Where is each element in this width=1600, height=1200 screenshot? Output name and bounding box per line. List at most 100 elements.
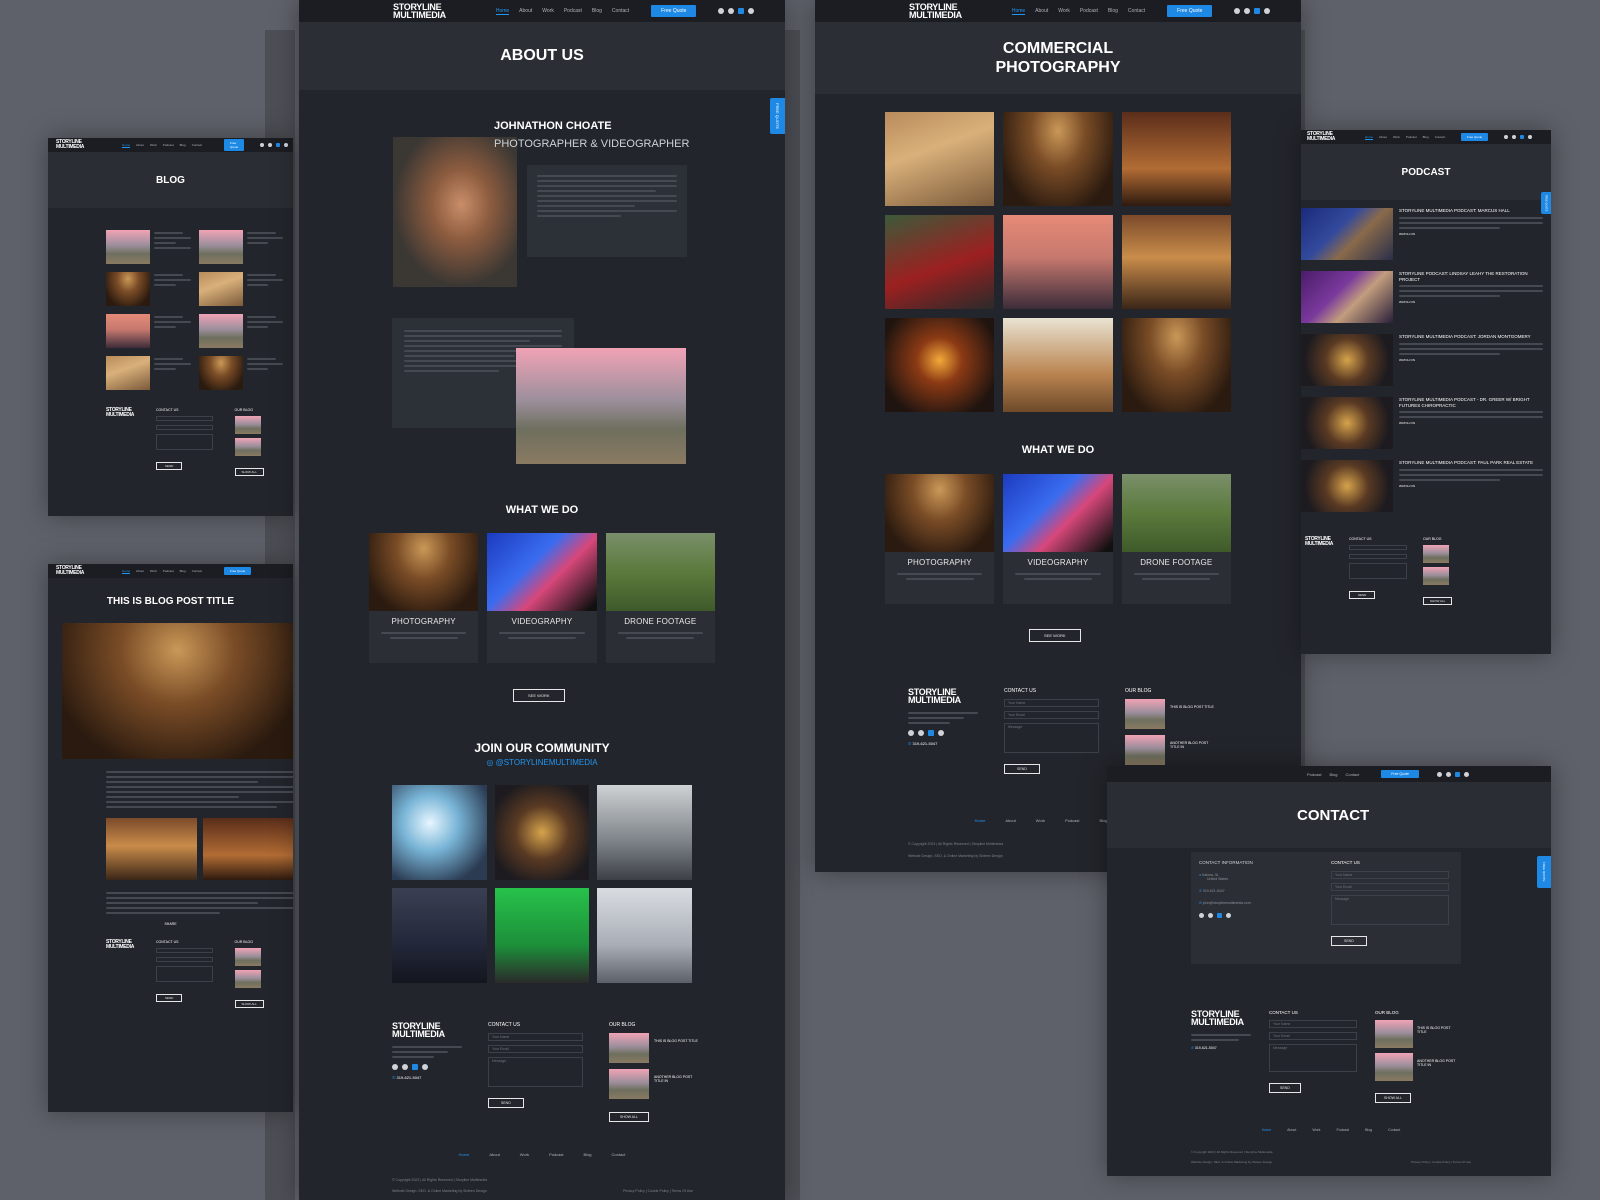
footer-link-home[interactable]: Home bbox=[1262, 1128, 1271, 1132]
blog-card[interactable] bbox=[106, 356, 191, 390]
facebook-icon[interactable] bbox=[392, 1064, 398, 1070]
blog-thumb[interactable] bbox=[198, 272, 243, 306]
nav-contact[interactable]: Contact bbox=[1128, 8, 1145, 15]
free-quote-button[interactable]: Free Quote bbox=[651, 5, 697, 17]
gallery-photo[interactable] bbox=[1003, 215, 1113, 309]
gallery-photo[interactable] bbox=[885, 112, 995, 206]
free-quote-button[interactable]: Free Quote bbox=[224, 139, 245, 151]
nav-about[interactable]: About bbox=[136, 569, 144, 574]
message-input[interactable]: Message bbox=[488, 1057, 583, 1087]
send-button[interactable]: SEND bbox=[1269, 1083, 1301, 1093]
youtube-icon[interactable] bbox=[928, 730, 934, 736]
see-work-button[interactable]: SEE WORK bbox=[1029, 629, 1081, 642]
footer-blog-thumb[interactable] bbox=[234, 416, 261, 434]
nav-contact[interactable]: Contact bbox=[1345, 772, 1359, 777]
blog-card[interactable] bbox=[198, 230, 283, 264]
instagram-handle-link[interactable]: ◎ @STORYLINEMULTIMEDIA bbox=[299, 758, 785, 767]
blog-thumb[interactable] bbox=[198, 230, 243, 264]
instagram-photo[interactable] bbox=[494, 888, 590, 983]
free-quote-button[interactable]: Free Quote bbox=[1381, 770, 1419, 778]
nav-home[interactable]: Home bbox=[495, 8, 510, 15]
youtube-icon[interactable] bbox=[1217, 913, 1222, 918]
nav-podcast[interactable]: Podcast bbox=[163, 143, 174, 148]
nav-contact[interactable]: Contact bbox=[192, 569, 202, 574]
contact-phone[interactable]: 319-621-5047 bbox=[1203, 889, 1225, 893]
show-all-button[interactable]: SHOW ALL bbox=[234, 1000, 264, 1008]
service-card-photography[interactable]: PHOTOGRAPHY bbox=[369, 533, 479, 663]
blog-thumb[interactable] bbox=[106, 314, 150, 348]
email-input[interactable] bbox=[1349, 554, 1408, 559]
name-input[interactable]: Your Name bbox=[1269, 1020, 1357, 1028]
footer-link-work[interactable]: Work bbox=[1036, 818, 1045, 823]
twitter-icon[interactable] bbox=[728, 8, 735, 14]
nav-work[interactable]: Work bbox=[1058, 8, 1070, 15]
instagram-icon[interactable] bbox=[748, 8, 755, 14]
footer-blog-thumb[interactable] bbox=[1423, 567, 1450, 585]
nav-podcast[interactable]: Podcast bbox=[1406, 135, 1417, 140]
twitter-icon[interactable] bbox=[1208, 913, 1213, 918]
name-input[interactable]: Your Name bbox=[488, 1033, 583, 1041]
footer-logo[interactable]: STORYLINE MULTIMEDIA bbox=[392, 1022, 462, 1039]
twitter-icon[interactable] bbox=[1512, 135, 1517, 139]
nav-about[interactable]: About bbox=[519, 8, 532, 15]
footer-blog-item[interactable]: THIS IS BLOG POST TITLE bbox=[1375, 1020, 1461, 1048]
facebook-icon[interactable] bbox=[1436, 771, 1442, 777]
instagram-icon[interactable] bbox=[1528, 135, 1533, 139]
twitter-icon[interactable] bbox=[918, 730, 924, 736]
blog-thumb[interactable] bbox=[106, 356, 150, 390]
youtube-icon[interactable] bbox=[412, 1064, 418, 1070]
service-card-videography[interactable]: VIDEOGRAPHY bbox=[487, 533, 597, 663]
nav-home[interactable]: Home bbox=[1365, 135, 1374, 140]
blog-thumb[interactable] bbox=[198, 356, 243, 390]
message-input[interactable] bbox=[1349, 563, 1408, 579]
youtube-icon[interactable] bbox=[738, 8, 745, 14]
footer-link-blog[interactable]: Blog bbox=[1365, 1128, 1372, 1132]
podcast-episode[interactable]: STORYLINE MULTIMEDIA PODCAST: MARCUS HAL… bbox=[1301, 208, 1551, 260]
footer-logo[interactable]: STORYLINE MULTIMEDIA bbox=[106, 940, 134, 1010]
show-all-button[interactable]: SHOW ALL bbox=[1423, 597, 1453, 605]
blog-card[interactable] bbox=[106, 230, 191, 264]
gallery-photo[interactable] bbox=[1121, 112, 1231, 206]
message-input[interactable]: Message bbox=[1269, 1044, 1357, 1072]
name-input[interactable]: Your Name bbox=[1004, 699, 1099, 707]
free-quote-side-tab[interactable]: FREE QUOTE bbox=[1541, 192, 1551, 214]
facebook-icon[interactable] bbox=[260, 143, 265, 147]
logo[interactable]: STORYLINE MULTIMEDIA bbox=[393, 3, 446, 20]
instagram-photo[interactable] bbox=[494, 785, 590, 880]
nav-work[interactable]: Work bbox=[1393, 135, 1400, 140]
blog-thumb[interactable] bbox=[106, 230, 150, 264]
gallery-photo[interactable] bbox=[885, 215, 995, 309]
podcast-thumb[interactable] bbox=[1301, 334, 1393, 386]
footer-blog-item[interactable]: ANOTHER BLOG POST TITLE IN bbox=[1125, 735, 1215, 765]
legal-links[interactable]: Privacy Policy | Cookie Policy | Terms O… bbox=[623, 1189, 693, 1193]
footer-link-home[interactable]: Home bbox=[459, 1152, 470, 1157]
twitter-icon[interactable] bbox=[402, 1064, 408, 1070]
footer-blog-thumb[interactable] bbox=[234, 970, 261, 988]
name-input[interactable] bbox=[156, 416, 213, 421]
instagram-photo[interactable] bbox=[392, 785, 487, 880]
instagram-icon[interactable] bbox=[938, 730, 944, 736]
see-work-button[interactable]: SEE WORK bbox=[513, 689, 565, 702]
podcast-thumb[interactable] bbox=[1301, 397, 1393, 449]
nav-contact[interactable]: Contact bbox=[612, 8, 629, 15]
email-input[interactable]: Your Email bbox=[1004, 711, 1099, 719]
footer-phone[interactable]: 319-621-5047 bbox=[912, 741, 937, 746]
name-input[interactable] bbox=[1349, 545, 1408, 550]
footer-link-about[interactable]: About bbox=[489, 1152, 499, 1157]
free-quote-side-tab[interactable]: FREE QUOTE bbox=[1537, 856, 1551, 888]
send-button[interactable]: SEND bbox=[488, 1098, 524, 1108]
nav-podcast[interactable]: Podcast bbox=[1307, 772, 1321, 777]
service-card-drone[interactable]: DRONE FOOTAGE bbox=[1121, 474, 1231, 604]
facebook-icon[interactable] bbox=[1504, 135, 1509, 139]
send-button[interactable]: SEND bbox=[156, 462, 183, 470]
twitter-icon[interactable] bbox=[268, 143, 273, 147]
message-input[interactable]: Message bbox=[1331, 895, 1449, 925]
footer-link-about[interactable]: About bbox=[1005, 818, 1015, 823]
logo[interactable]: STORYLINE MULTIMEDIA bbox=[909, 3, 962, 20]
twitter-icon[interactable] bbox=[1445, 771, 1451, 777]
blog-card[interactable] bbox=[106, 272, 191, 306]
podcast-episode[interactable]: STORYLINE PODCAST: LINDSAY LEAHY THE RES… bbox=[1301, 271, 1551, 323]
email-input[interactable]: Your Email bbox=[488, 1045, 583, 1053]
instagram-icon[interactable] bbox=[1264, 8, 1271, 14]
nav-about[interactable]: About bbox=[136, 143, 144, 148]
